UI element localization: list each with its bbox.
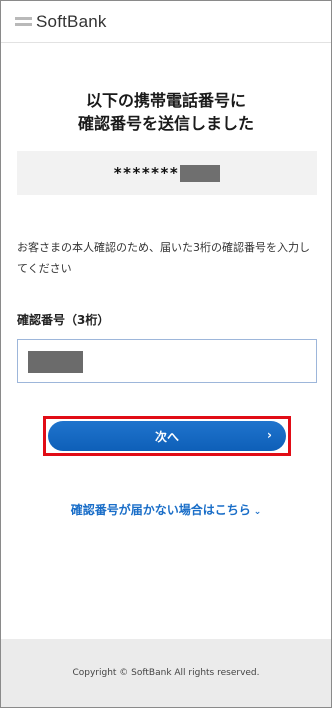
next-button-label: 次へ: [154, 429, 179, 444]
page-frame: SoftBank 以下の携帯電話番号に 確認番号を送信しました ******* …: [0, 0, 332, 708]
chevron-down-icon: ⌄: [253, 507, 262, 517]
instruction-text: お客さまの本人確認のため、届いた3桁の確認番号を入力してください: [17, 241, 310, 275]
title-line-1: 以下の携帯電話番号に: [85, 91, 246, 110]
redacted-input-value: [28, 351, 83, 373]
help-link-label: 確認番号が届かない場合はこちら: [70, 503, 251, 517]
code-not-received-link[interactable]: 確認番号が届かない場合はこちら ⌄: [1, 501, 331, 518]
header: SoftBank: [1, 1, 331, 43]
redacted-digits: [180, 164, 221, 182]
code-field-label: 確認番号（3桁）: [17, 313, 110, 327]
code-input[interactable]: [17, 339, 317, 383]
footer: Copyright © SoftBank All rights reserved…: [1, 639, 331, 707]
page-title: 以下の携帯電話番号に 確認番号を送信しました: [1, 89, 331, 135]
logo-text: SoftBank: [36, 11, 107, 31]
masked-phone-number: *******: [17, 151, 317, 195]
masked-digits: *******: [113, 164, 180, 182]
copyright-text: Copyright © SoftBank All rights reserved…: [72, 668, 260, 678]
chevron-right-icon: ›: [267, 428, 272, 442]
softbank-logo-icon: [15, 17, 32, 26]
next-button[interactable]: 次へ ›: [48, 421, 286, 451]
title-line-2: 確認番号を送信しました: [77, 114, 254, 133]
